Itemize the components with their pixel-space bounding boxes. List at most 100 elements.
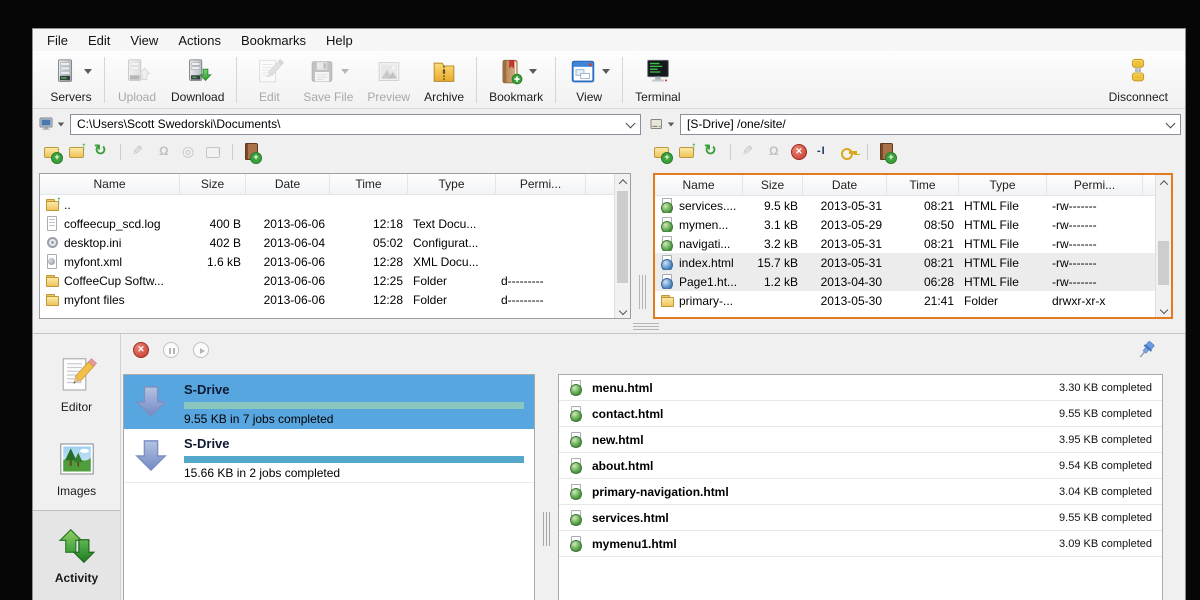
column-header[interactable]: Type (959, 175, 1047, 195)
servers-button[interactable]: Servers (43, 54, 99, 106)
chevron-down-icon[interactable] (341, 69, 349, 74)
panel-splitter-horizontal[interactable] (633, 323, 659, 330)
upload-button[interactable]: Upload (110, 54, 164, 106)
column-header[interactable]: Name (40, 174, 180, 194)
file-row[interactable]: CoffeeCup Softw... 2013-06-06 12:25 Fold… (40, 271, 614, 290)
panel-splitter-vertical[interactable] (639, 275, 647, 309)
sidebar-tab-activity[interactable]: Activity (33, 510, 120, 600)
edit-pencil-icon[interactable] (740, 143, 758, 161)
preview-button[interactable]: Preview (360, 54, 417, 106)
refresh-icon[interactable] (93, 143, 111, 161)
column-header[interactable] (1143, 175, 1155, 195)
chevron-down-icon[interactable] (602, 69, 610, 74)
toolbar-button-label: Save File (303, 90, 353, 104)
queue-splitter[interactable] (537, 334, 557, 600)
menu-item-actions[interactable]: Actions (168, 30, 231, 51)
column-header[interactable]: Date (246, 174, 330, 194)
column-header[interactable]: Type (408, 174, 496, 194)
column-header[interactable]: Permi... (496, 174, 586, 194)
column-header[interactable]: Size (180, 174, 246, 194)
column-header[interactable]: Size (743, 175, 803, 195)
remote-device-selector[interactable] (649, 116, 675, 132)
file-row[interactable]: navigati... 3.2 kB 2013-05-31 08:21 HTML… (655, 234, 1155, 253)
edit-pencil-icon[interactable] (130, 143, 148, 161)
bookmark-add-icon[interactable] (242, 143, 260, 161)
bookmark-icon (495, 57, 525, 87)
download-button[interactable]: Download (164, 54, 231, 106)
local-path-combobox[interactable]: C:\Users\Scott Swedorski\Documents\ (70, 114, 641, 135)
play-icon[interactable] (193, 342, 209, 358)
completed-file-row[interactable]: services.html 9.55 KB completed (559, 505, 1162, 531)
terminal-button[interactable]: Terminal (628, 54, 687, 106)
file-row[interactable]: mymen... 3.1 kB 2013-05-29 08:50 HTML Fi… (655, 215, 1155, 234)
stop-icon[interactable] (133, 342, 149, 358)
local-scrollbar[interactable] (614, 174, 630, 318)
completed-file-row[interactable]: menu.html 3.30 KB completed (559, 375, 1162, 401)
menu-item-file[interactable]: File (37, 30, 78, 51)
menu-item-edit[interactable]: Edit (78, 30, 120, 51)
column-header[interactable]: Time (330, 174, 408, 194)
scroll-down-icon[interactable] (615, 303, 630, 318)
edit-button[interactable]: Edit (242, 54, 296, 106)
queue-item[interactable]: S-Drive 15.66 KB in 2 jobs completed (124, 429, 534, 483)
pause-icon[interactable] (163, 342, 179, 358)
column-header[interactable]: Permi... (1047, 175, 1143, 195)
menu-item-bookmarks[interactable]: Bookmarks (231, 30, 316, 51)
column-header[interactable] (586, 174, 614, 194)
omega-icon[interactable] (155, 143, 173, 161)
completed-file-row[interactable]: mymenu1.html 3.09 KB completed (559, 531, 1162, 557)
chevron-down-icon[interactable] (84, 69, 92, 74)
pin-icon[interactable] (1137, 340, 1157, 360)
bookmark-button[interactable]: Bookmark (482, 54, 550, 106)
ftp-client-window: FileEditViewActionsBookmarksHelp Servers… (32, 28, 1186, 600)
web-update-icon[interactable] (180, 143, 198, 161)
completed-file-row[interactable]: contact.html 9.55 KB completed (559, 401, 1162, 427)
completed-file-row[interactable]: primary-navigation.html 3.04 KB complete… (559, 479, 1162, 505)
view-button[interactable]: View (561, 54, 617, 106)
new-folder-icon[interactable] (653, 143, 671, 161)
sidebar-tab-images[interactable]: Images (33, 426, 120, 510)
remote-path-combobox[interactable]: [S-Drive] /one/site/ (680, 114, 1181, 135)
refresh-icon[interactable] (703, 143, 721, 161)
completed-file-row[interactable]: new.html 3.95 KB completed (559, 427, 1162, 453)
parent-folder-icon[interactable] (678, 143, 696, 161)
chevron-down-icon[interactable] (529, 69, 537, 74)
rename-field-icon[interactable] (205, 143, 223, 161)
remote-scrollbar[interactable] (1155, 175, 1171, 317)
new-folder-icon[interactable] (43, 143, 61, 161)
file-row[interactable]: myfont files 2013-06-06 12:28 Folder d--… (40, 290, 614, 309)
scroll-up-icon[interactable] (1156, 175, 1171, 190)
scrollbar-thumb[interactable] (1158, 241, 1169, 285)
local-list-header: NameSizeDateTimeTypePermi... (40, 174, 614, 195)
parent-folder-icon[interactable] (68, 143, 86, 161)
file-row[interactable]: primary-... 2013-05-30 21:41 Folder drwx… (655, 291, 1155, 310)
save-file-button[interactable]: Save File (296, 54, 360, 106)
scroll-up-icon[interactable] (615, 174, 630, 189)
column-header[interactable]: Name (655, 175, 743, 195)
delete-icon[interactable] (790, 143, 808, 161)
scrollbar-thumb[interactable] (617, 191, 628, 283)
file-row[interactable]: index.html 15.7 kB 2013-05-31 08:21 HTML… (655, 253, 1155, 272)
edit-icon (254, 57, 284, 87)
file-row[interactable]: desktop.ini 402 B 2013-06-04 05:02 Confi… (40, 233, 614, 252)
menu-item-help[interactable]: Help (316, 30, 363, 51)
file-row[interactable]: services.... 9.5 kB 2013-05-31 08:21 HTM… (655, 196, 1155, 215)
scroll-down-icon[interactable] (1156, 302, 1171, 317)
archive-button[interactable]: Archive (417, 54, 471, 106)
file-row[interactable]: myfont.xml 1.6 kB 2013-06-06 12:28 XML D… (40, 252, 614, 271)
file-row[interactable]: coffeecup_scd.log 400 B 2013-06-06 12:18… (40, 214, 614, 233)
sidebar-tab-editor[interactable]: Editor (33, 342, 120, 426)
bookmark-add-icon[interactable] (877, 143, 895, 161)
queue-item[interactable]: S-Drive 9.55 KB in 7 jobs completed (124, 375, 534, 429)
local-device-selector[interactable] (39, 116, 65, 132)
column-header[interactable]: Date (803, 175, 887, 195)
file-row[interactable]: Page1.ht... 1.2 kB 2013-04-30 06:28 HTML… (655, 272, 1155, 291)
disconnect-button[interactable]: Disconnect (1102, 54, 1175, 106)
omega-icon[interactable] (765, 143, 783, 161)
file-row[interactable]: ↑.. (40, 195, 614, 214)
key-icon[interactable] (840, 143, 858, 161)
rename-cursor-icon[interactable] (815, 143, 833, 161)
menu-item-view[interactable]: View (120, 30, 168, 51)
column-header[interactable]: Time (887, 175, 959, 195)
completed-file-row[interactable]: about.html 9.54 KB completed (559, 453, 1162, 479)
